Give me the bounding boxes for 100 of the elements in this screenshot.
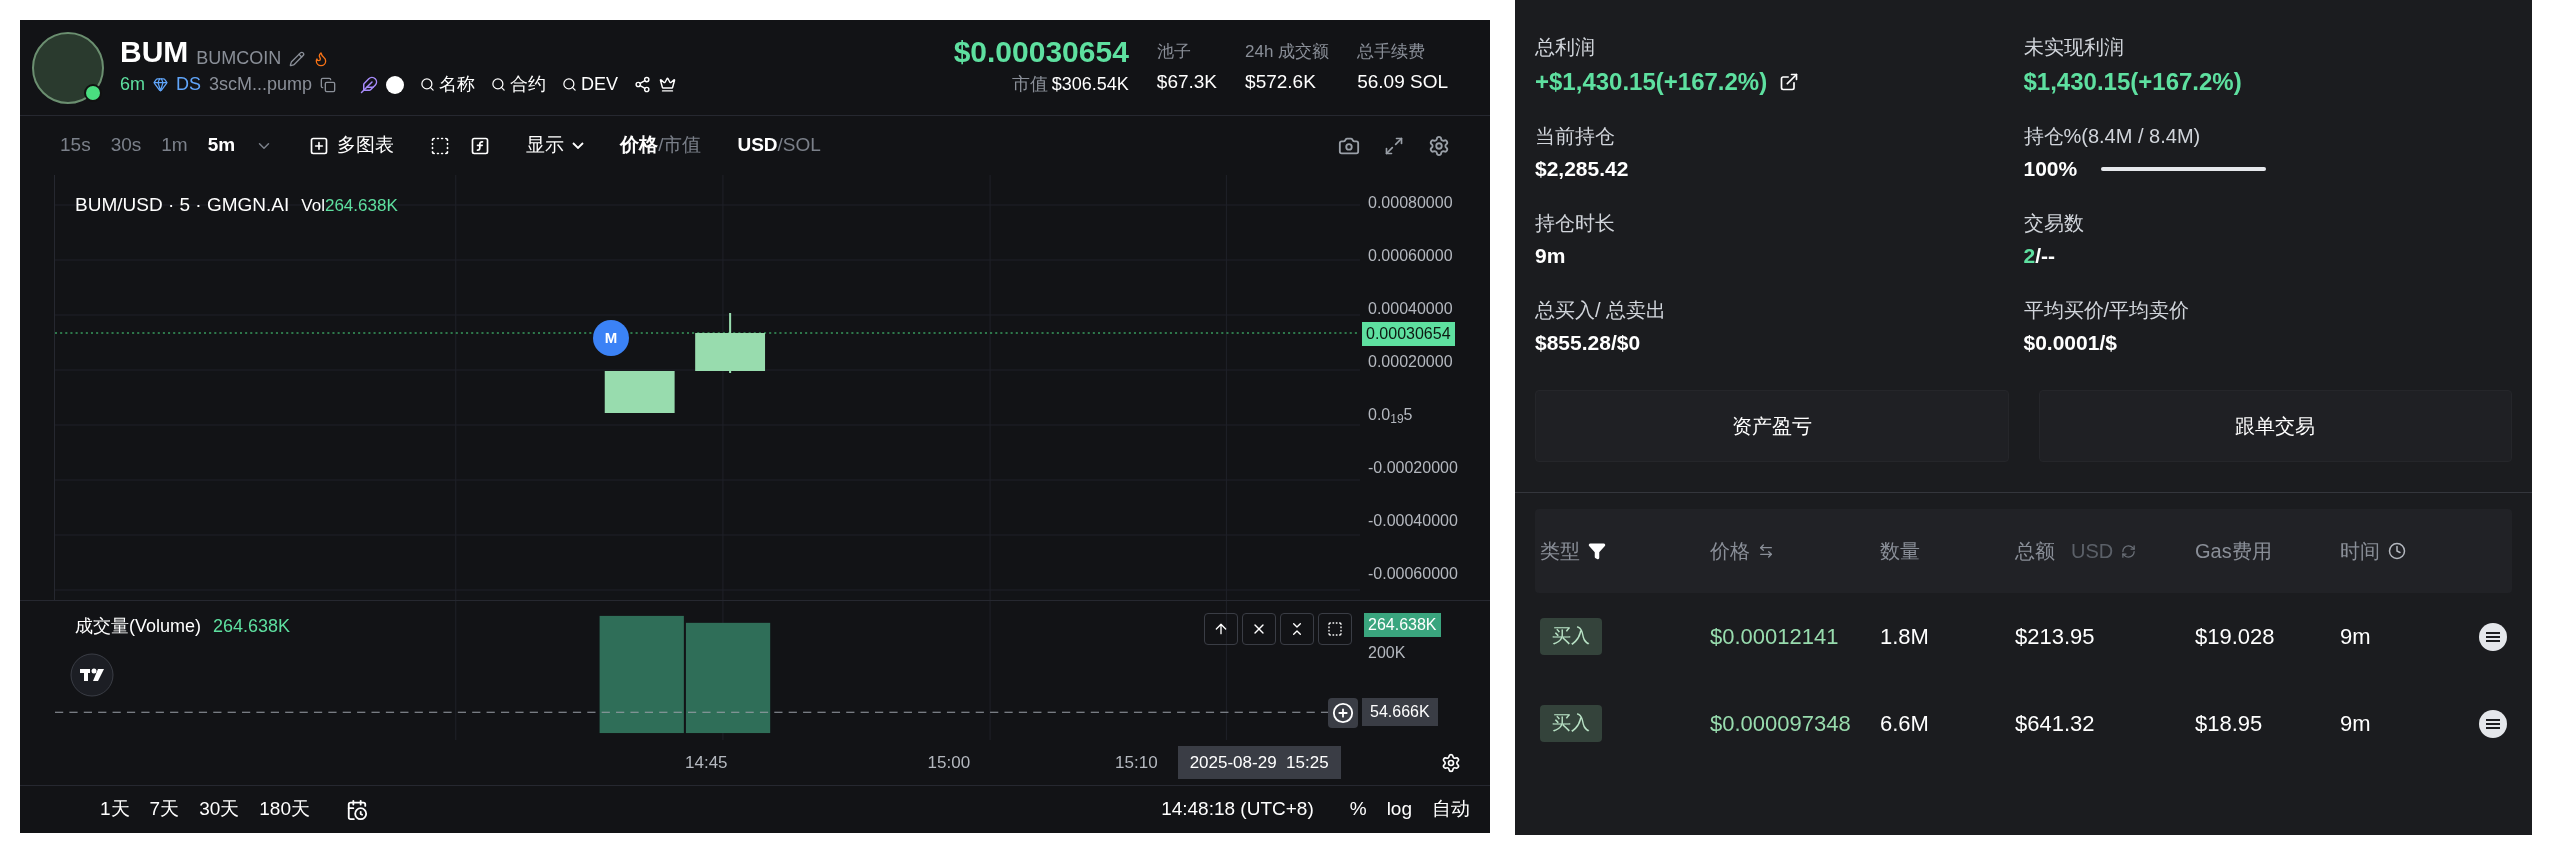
mode-toggle[interactable]: 价格 [620, 131, 659, 160]
crosshair-time-tag: 2025-08-29 15:25 [1177, 745, 1341, 780]
column-header: Gas费用 [2195, 539, 2272, 564]
stat-label: 平均买价/平均卖价 [2023, 297, 2191, 323]
expand-icon[interactable] [1384, 135, 1404, 156]
stat-label: 未实现利润 [2023, 34, 2125, 60]
separator-text: / [777, 133, 783, 158]
buy-tag: 买入 [1540, 705, 1602, 742]
scale-option[interactable]: % [1349, 795, 1367, 824]
market-cap-value: $306.54K [1051, 73, 1129, 96]
settings-icon[interactable] [1440, 752, 1461, 773]
price-axis-label: -0.00060000 [1368, 563, 1458, 584]
price-axis-label: 0.00020000 [1368, 352, 1453, 373]
crown-icon[interactable] [659, 76, 677, 93]
display-dropdown[interactable]: 显示 [526, 131, 585, 160]
stat-value: 56.09 SOL [1357, 70, 1448, 94]
feather-icon[interactable] [360, 75, 379, 94]
function-icon[interactable] [470, 135, 491, 156]
edit-icon[interactable] [289, 51, 306, 67]
clock-text: 14:48:18 (UTC+8) [1161, 797, 1314, 822]
stat-label: 持仓%(8.4M / 8.4M) [2023, 123, 2202, 149]
currency-toggle[interactable]: USD [737, 131, 778, 160]
stat-label: 交易数 [2023, 210, 2085, 236]
table-cell-text: $641.32 [2015, 710, 2096, 738]
token-price: $0.00030654 [953, 37, 1129, 67]
chart-legend: BUM/USD · 5 · GMGN.AI [75, 191, 290, 220]
column-header: 总额 [2015, 539, 2055, 564]
range-button[interactable]: 180天 [259, 795, 310, 824]
price-axis-label: -0.00020000 [1368, 457, 1458, 478]
scale-option[interactable]: 自动 [1432, 795, 1470, 824]
stat-value: 2/-- [2023, 242, 2055, 269]
table-cell-text: $19.028 [2195, 623, 2276, 651]
stat-value: $2,285.42 [1535, 155, 1629, 182]
volume-legend: Vol264.638K [301, 193, 398, 219]
table-cell-text: 9m [2340, 710, 2372, 738]
price-axis-label: 0.00080000 [1368, 193, 1453, 214]
column-header: 数量 [1880, 539, 1920, 564]
last-price-tag: 0.00030654 [1362, 322, 1455, 346]
price-axis-label: 0.00040000 [1368, 299, 1453, 320]
share-icon[interactable] [634, 76, 652, 93]
stat-value: $855.28/$0 [1535, 329, 1641, 356]
stat-value: $1,430.15(+167.2%) [2023, 66, 2242, 97]
token-symbol: BUM [120, 37, 189, 67]
multi-chart-button[interactable]: 多图表 [309, 131, 395, 160]
search-link[interactable]: 名称 [420, 71, 476, 98]
stat-label: 总手续费 [1357, 40, 1427, 63]
plus-icon [309, 135, 330, 156]
action-button[interactable]: 跟单交易 [2038, 390, 2512, 462]
token-address: 3scM...pump [209, 73, 313, 96]
stat-label: 池子 [1156, 40, 1192, 63]
search-icon [562, 77, 578, 92]
buy-tag: 买入 [1540, 618, 1602, 655]
market-cap-label: 市值 [1011, 73, 1048, 96]
stat-value: +$1,430.15(+167.2%) [1535, 66, 1768, 97]
range-button[interactable]: 7天 [149, 795, 180, 824]
search-link[interactable]: DEV [562, 71, 619, 98]
time-axis-label: 15:10 [1115, 751, 1158, 774]
separator-text: / [658, 133, 664, 158]
currency-switch-icon[interactable] [2121, 543, 2137, 559]
add-icon[interactable] [1328, 698, 1358, 728]
maximize-button[interactable] [1318, 613, 1352, 645]
scale-option[interactable]: log [1386, 795, 1412, 824]
currency-toggle[interactable]: SOL [782, 131, 821, 160]
stat-label: 当前持仓 [1535, 123, 1616, 149]
range-button[interactable]: 1天 [100, 795, 130, 824]
search-link[interactable]: 合约 [491, 71, 547, 98]
range-button[interactable]: 30天 [199, 795, 240, 824]
stat-label: 总买入/ 总卖出 [1535, 297, 1668, 323]
search-icon [491, 77, 507, 92]
price-axis-label: 0.00060000 [1368, 246, 1453, 267]
settings-icon[interactable] [1428, 134, 1450, 157]
caret-icon [572, 142, 585, 149]
indicator-icon[interactable] [430, 135, 451, 156]
close-button[interactable] [1242, 613, 1276, 645]
interval-tab[interactable]: 1m [161, 131, 188, 160]
table-cell-text: $0.000097348 [1710, 710, 1852, 738]
table-cell-text: $213.95 [2015, 623, 2096, 651]
column-header: 价格 [1710, 539, 1750, 564]
action-button[interactable]: 资产盈亏 [1535, 390, 2009, 462]
stat-value: $572.6K [1245, 70, 1317, 94]
clock-icon[interactable] [2388, 542, 2406, 560]
interval-tab[interactable]: 30s [110, 131, 142, 160]
trade-marker[interactable]: M [593, 320, 629, 356]
external-link-icon[interactable] [1779, 71, 1800, 92]
volume-title: 成交量(Volume) [75, 615, 202, 638]
interval-tab[interactable]: 5m [207, 131, 236, 160]
calendar-icon[interactable] [346, 798, 368, 821]
mode-toggle[interactable]: 市值 [663, 131, 702, 160]
sort-icon[interactable] [1758, 543, 1774, 559]
collapse-button[interactable] [1280, 613, 1314, 645]
tradingview-logo[interactable] [70, 653, 114, 697]
stat-label: 总利润 [1535, 34, 1596, 60]
interval-tab[interactable]: 15s [60, 131, 91, 160]
move-up-button[interactable] [1204, 613, 1238, 645]
stat-value: 9m [1535, 242, 1566, 269]
copy-icon[interactable] [320, 76, 337, 93]
stat-label: 24h 成交额 [1245, 40, 1330, 63]
table-cell-text: 9m [2340, 623, 2372, 651]
filter-icon[interactable] [1588, 542, 1606, 560]
table-cell-text: 1.8M [1880, 623, 1930, 651]
